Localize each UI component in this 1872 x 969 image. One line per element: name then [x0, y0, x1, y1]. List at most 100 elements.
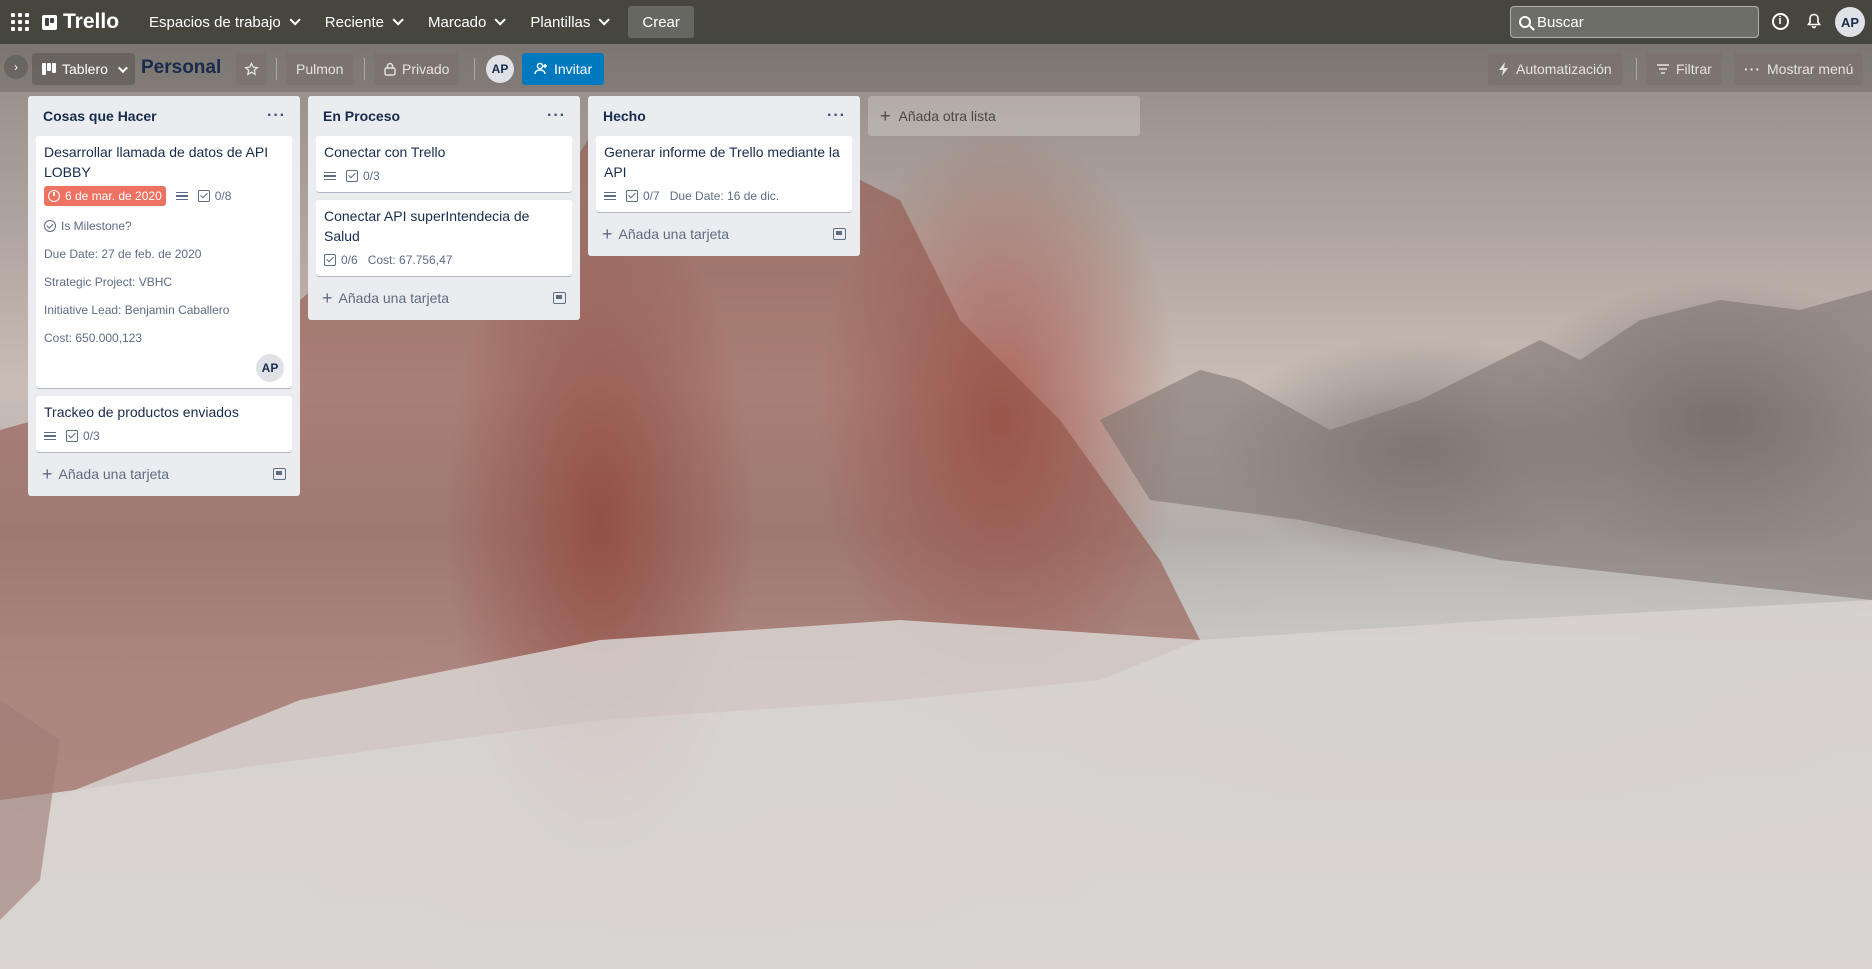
- filter-label: Filtrar: [1676, 61, 1712, 77]
- invite-label: Invitar: [554, 61, 593, 77]
- custom-field-cost: Cost: 650.000,123: [44, 331, 143, 345]
- invite-button[interactable]: Invitar: [522, 53, 605, 85]
- search-input[interactable]: Buscar: [1510, 6, 1759, 38]
- filter-icon: [1657, 64, 1669, 74]
- list-title[interactable]: Cosas que Hacer: [43, 108, 157, 124]
- app-switcher-icon[interactable]: [8, 10, 32, 34]
- list-menu-icon[interactable]: ···: [267, 108, 286, 124]
- card-title: Trackeo de productos enviados: [44, 404, 239, 420]
- divider: [1636, 58, 1637, 80]
- add-card-button[interactable]: + Añada una tarjeta: [36, 460, 292, 488]
- divider: [474, 58, 475, 80]
- visibility-label: Privado: [402, 61, 450, 77]
- trello-logo[interactable]: Trello: [42, 10, 119, 34]
- nav-workspaces[interactable]: Espacios de trabajo: [137, 6, 309, 38]
- card[interactable]: Desarrollar llamada de datos de API LOBB…: [36, 136, 292, 388]
- card[interactable]: Trackeo de productos enviados 0/3: [36, 396, 292, 452]
- lightning-icon: [1499, 62, 1508, 76]
- card-template-icon[interactable]: [273, 468, 286, 480]
- checklist-badge: 0/6: [324, 250, 358, 270]
- workspace-button[interactable]: Pulmon: [286, 53, 354, 85]
- notifications-bell-icon[interactable]: [1803, 10, 1825, 32]
- card[interactable]: Conectar API superIntendecia de Salud 0/…: [316, 200, 572, 276]
- list-menu-icon[interactable]: ···: [547, 108, 566, 124]
- nav-templates[interactable]: Plantillas: [518, 6, 618, 38]
- list-title[interactable]: En Proceso: [323, 108, 400, 124]
- due-date-badge[interactable]: 6 de mar. de 2020: [44, 186, 166, 206]
- list-en-proceso: En Proceso ··· Conectar con Trello 0/3 C…: [308, 96, 580, 320]
- star-board-button[interactable]: [236, 53, 267, 85]
- chevron-down-icon: [494, 14, 507, 26]
- card[interactable]: Generar informe de Trello mediante la AP…: [596, 136, 852, 212]
- info-icon[interactable]: i: [1769, 10, 1791, 32]
- add-card-label: Añada una tarjeta: [618, 226, 730, 242]
- list-title[interactable]: Hecho: [603, 108, 646, 124]
- plus-icon: +: [880, 106, 891, 126]
- create-button[interactable]: Crear: [628, 6, 694, 38]
- visibility-button[interactable]: Privado: [374, 53, 460, 85]
- automation-button[interactable]: Automatización: [1488, 53, 1622, 85]
- nav-recent[interactable]: Reciente: [313, 6, 412, 38]
- checklist-icon: [66, 430, 78, 442]
- checklist-badge: 0/3: [346, 166, 380, 186]
- nav-templates-label: Plantillas: [530, 13, 591, 31]
- chevron-down-icon: [392, 14, 404, 26]
- checklist-badge: 0/8: [197, 186, 231, 206]
- plus-icon: +: [322, 288, 333, 308]
- board-member-avatar[interactable]: AP: [486, 55, 514, 83]
- card-member-avatar[interactable]: AP: [256, 354, 284, 382]
- card-title: Desarrollar llamada de datos de API LOBB…: [44, 144, 269, 180]
- trello-logo-icon: [42, 14, 57, 30]
- divider: [276, 58, 277, 80]
- nav-workspaces-label: Espacios de trabajo: [149, 13, 281, 31]
- card-template-icon[interactable]: [553, 292, 566, 304]
- list-cosas-que-hacer: Cosas que Hacer ··· Desarrollar llamada …: [28, 96, 300, 496]
- filter-button[interactable]: Filtrar: [1646, 53, 1722, 85]
- add-card-button[interactable]: + Añada una tarjeta: [316, 284, 572, 312]
- custom-field-text: Is Milestone?: [61, 219, 132, 233]
- card-template-icon[interactable]: [833, 228, 846, 240]
- card-title: Generar informe de Trello mediante la AP…: [604, 144, 840, 180]
- plus-icon: +: [42, 464, 53, 484]
- logo-text: Trello: [63, 10, 120, 33]
- description-icon: [604, 191, 616, 201]
- add-list-label: Añada otra lista: [898, 108, 996, 124]
- checklist-badge: 0/3: [66, 426, 100, 446]
- list-hecho: Hecho ··· Generar informe de Trello medi…: [588, 96, 860, 256]
- add-card-label: Añada una tarjeta: [338, 290, 450, 306]
- card[interactable]: Conectar con Trello 0/3: [316, 136, 572, 192]
- search-icon: [1519, 16, 1531, 28]
- card-badges: 0/3: [44, 426, 284, 446]
- board-view-switcher[interactable]: Tablero: [32, 53, 135, 85]
- custom-field-project: Strategic Project: VBHC: [44, 275, 173, 289]
- automation-label: Automatización: [1516, 61, 1612, 77]
- search-placeholder: Buscar: [1537, 13, 1584, 31]
- list-menu-icon[interactable]: ···: [827, 108, 846, 124]
- user-avatar[interactable]: AP: [1835, 7, 1865, 37]
- description-icon: [324, 171, 336, 181]
- checklist-badge: 0/7: [626, 186, 660, 206]
- description-icon: [44, 431, 56, 441]
- add-card-button[interactable]: + Añada una tarjeta: [596, 220, 852, 248]
- custom-field-cost: Cost: 67.756,47: [367, 253, 453, 267]
- show-menu-label: Mostrar menú: [1767, 61, 1854, 77]
- description-badge: [604, 186, 616, 206]
- sidebar-expand-icon[interactable]: ›: [4, 55, 28, 79]
- custom-field-due: Due Date: 16 de dic.: [669, 189, 780, 203]
- top-navigation: Trello Espacios de trabajo Reciente Marc…: [0, 0, 1872, 44]
- card-title: Conectar API superIntendecia de Salud: [324, 208, 530, 244]
- description-badge: [175, 186, 188, 206]
- checklist-icon: [197, 190, 210, 202]
- star-icon: [244, 61, 259, 76]
- custom-field-milestone: Is Milestone?: [44, 218, 284, 234]
- board-view-label: Tablero: [62, 61, 108, 77]
- chevron-down-icon: [289, 14, 301, 26]
- card-badges: 0/3: [324, 166, 564, 186]
- checklist-count: 0/3: [363, 169, 380, 183]
- card-members: AP: [44, 354, 284, 382]
- chevron-down-icon: [117, 62, 128, 73]
- board-title[interactable]: Personal: [141, 57, 221, 79]
- nav-starred[interactable]: Marcado: [416, 6, 514, 38]
- add-list-button[interactable]: + Añada otra lista: [868, 96, 1140, 136]
- show-menu-button[interactable]: ··· Mostrar menú: [1734, 53, 1864, 85]
